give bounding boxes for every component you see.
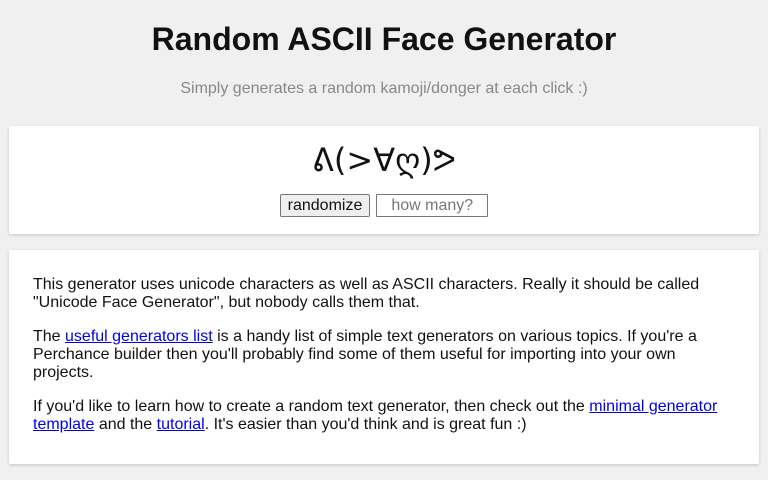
tutorial-link[interactable]: tutorial — [157, 416, 205, 433]
randomize-button[interactable]: randomize — [279, 194, 371, 217]
page-subtitle: Simply generates a random kamoji/donger … — [180, 80, 588, 97]
generator-card: ᕕ(>∀ღ)ᕗ randomize — [9, 126, 759, 234]
info-paragraph-tutorial: If you'd like to learn how to create a r… — [33, 398, 735, 434]
info-text: If you'd like to learn how to create a r… — [33, 398, 590, 415]
info-text: . It's easier than you'd think and is gr… — [204, 416, 527, 433]
info-text: and the — [94, 416, 157, 433]
info-paragraph-unicode: This generator uses unicode characters a… — [33, 276, 700, 311]
page-title: Random ASCII Face Generator — [151, 21, 617, 57]
info-paragraph-generators: The useful generators list is a handy li… — [33, 328, 735, 382]
generator-controls: randomize — [9, 194, 759, 217]
how-many-input[interactable] — [376, 194, 489, 217]
generated-face: ᕕ(>∀ღ)ᕗ — [312, 141, 456, 179]
info-card: This generator uses unicode characters a… — [9, 250, 759, 464]
useful-generators-link[interactable]: useful generators list — [65, 328, 213, 345]
info-text: The — [33, 328, 66, 345]
